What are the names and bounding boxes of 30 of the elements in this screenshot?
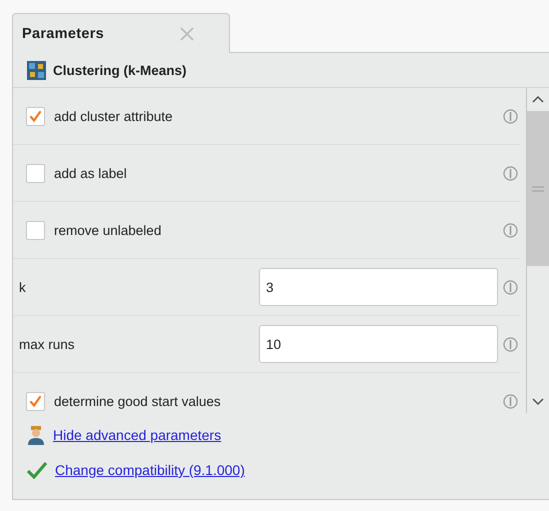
link[interactable]: Change compatibility (9.1.000): [55, 462, 245, 478]
checkbox[interactable]: [26, 392, 45, 410]
input-field[interactable]: 3: [259, 268, 498, 306]
person-icon: [26, 425, 46, 445]
info-icon[interactable]: [503, 222, 518, 238]
parameter-label: add as label: [54, 166, 127, 180]
checkbox[interactable]: [26, 164, 45, 182]
info-icon[interactable]: [503, 336, 518, 352]
operator-name: Clustering (k-Means): [53, 62, 187, 78]
scrollbar[interactable]: [526, 88, 549, 413]
scroll-down-icon[interactable]: [531, 397, 545, 407]
operator-icon: [27, 60, 46, 80]
close-icon[interactable]: [180, 26, 194, 40]
link[interactable]: Hide advanced parameters: [53, 427, 222, 443]
scrollbar-thumb[interactable]: [527, 111, 549, 266]
parameter-label: add cluster attribute: [54, 108, 173, 124]
input-field[interactable]: 10: [259, 325, 498, 363]
parameter-label: max runs: [18, 336, 76, 352]
parameter-label: remove unlabeled: [54, 222, 162, 238]
parameter-label: k: [18, 280, 27, 294]
check-icon: [26, 461, 48, 479]
checkbox[interactable]: [26, 106, 45, 126]
info-icon[interactable]: [503, 394, 518, 408]
info-icon[interactable]: [503, 280, 518, 294]
parameter-label: determine good start values: [54, 394, 221, 408]
scroll-up-icon[interactable]: [531, 94, 545, 104]
info-icon[interactable]: [503, 166, 518, 180]
checkbox[interactable]: [26, 220, 45, 240]
info-icon[interactable]: [503, 108, 518, 124]
grip-icon: [531, 184, 545, 192]
